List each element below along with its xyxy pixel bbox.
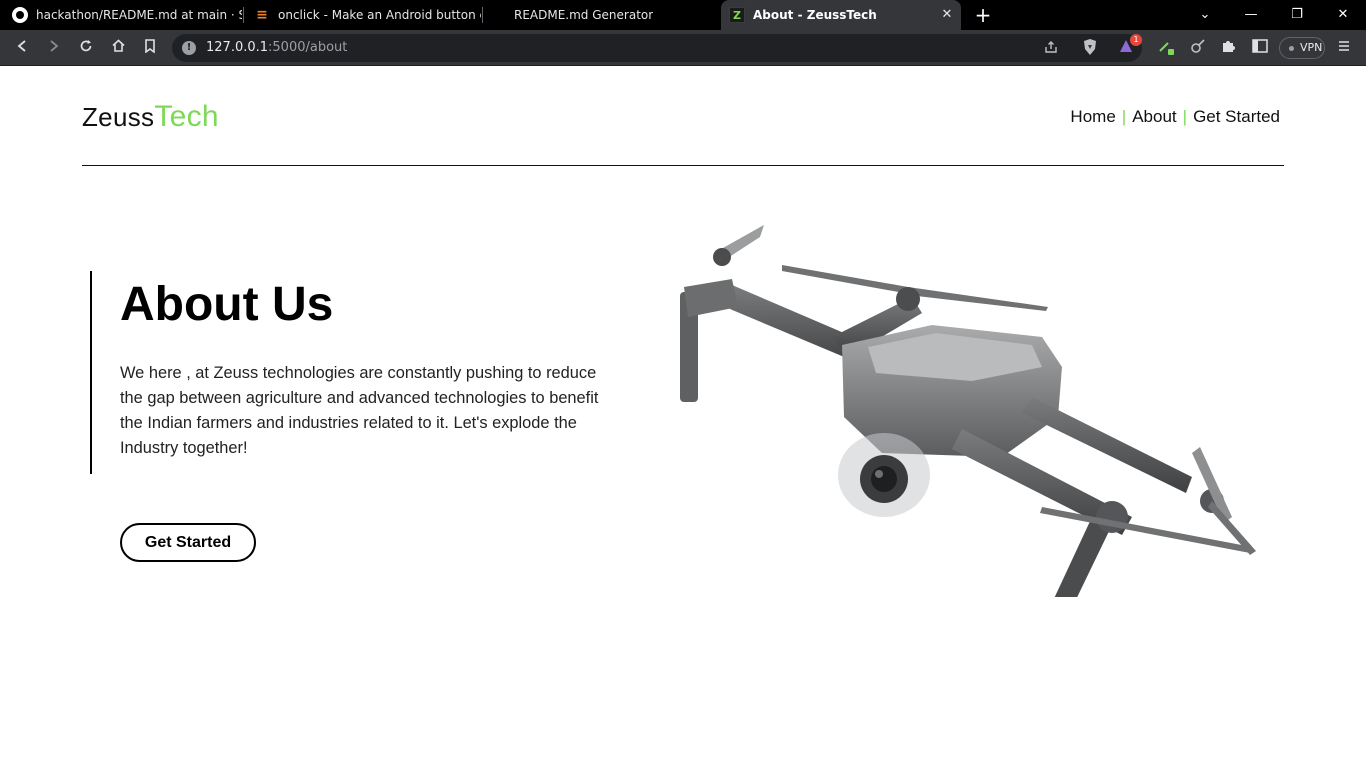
bookmark-icon[interactable] bbox=[140, 38, 160, 58]
nav-get-started-link[interactable]: Get Started bbox=[1193, 107, 1280, 127]
about-heading: About Us bbox=[120, 278, 334, 331]
share-icon[interactable] bbox=[1042, 40, 1060, 58]
browser-tab-active[interactable]: Z About - ZeussTech ✕ bbox=[721, 0, 961, 30]
github-icon bbox=[12, 7, 28, 23]
menu-icon[interactable] bbox=[1334, 38, 1354, 58]
drone-image bbox=[680, 225, 1256, 597]
vpn-button[interactable]: VPN bbox=[1279, 37, 1325, 59]
reload-icon[interactable] bbox=[76, 38, 96, 58]
url-text[interactable]: 127.0.0.1:5000/about bbox=[206, 40, 347, 55]
tab-search-icon[interactable]: ⌄ bbox=[1182, 0, 1228, 30]
extensions-puzzle-icon[interactable] bbox=[1218, 38, 1238, 58]
logo-accent: Tech bbox=[154, 100, 219, 133]
url-path: :5000/about bbox=[268, 40, 348, 55]
tab-title: About - ZeussTech bbox=[753, 8, 877, 22]
nav-separator: | bbox=[1121, 107, 1127, 126]
nav-home-link[interactable]: Home bbox=[1070, 107, 1115, 127]
nav-separator: | bbox=[1182, 107, 1188, 126]
back-icon[interactable] bbox=[12, 38, 32, 58]
forward-icon[interactable] bbox=[44, 38, 64, 58]
site-info-icon[interactable]: ! bbox=[182, 41, 196, 55]
tab-title: README.md Generator bbox=[514, 8, 654, 22]
address-bar[interactable]: ! 127.0.0.1:5000/about bbox=[172, 34, 1142, 62]
brave-rewards-icon[interactable]: 1 bbox=[1116, 34, 1142, 58]
tab-title: onclick - Make an Android button cha bbox=[278, 8, 481, 22]
home-icon[interactable] bbox=[108, 38, 128, 58]
about-section: About Us We here , at Zeuss technologies… bbox=[90, 271, 610, 474]
restore-icon[interactable]: ❐ bbox=[1274, 0, 1320, 30]
get-started-button[interactable]: Get Started bbox=[120, 523, 256, 562]
tab-title: hackathon/README.md at main · Saw bbox=[36, 8, 242, 22]
window-close-icon[interactable]: ✕ bbox=[1320, 0, 1366, 30]
extension-magnifier-icon[interactable] bbox=[1188, 38, 1208, 58]
about-description: We here , at Zeuss technologies are cons… bbox=[120, 364, 599, 457]
browser-tab-stackoverflow[interactable]: ≡ onclick - Make an Android button cha bbox=[244, 0, 481, 30]
rewards-badge: 1 bbox=[1130, 34, 1142, 46]
nav-about-link[interactable]: About bbox=[1132, 107, 1176, 127]
header-divider bbox=[82, 165, 1284, 166]
browser-tab-readme-generator[interactable]: README.md Generator bbox=[484, 0, 720, 30]
url-host: 127.0.0.1 bbox=[206, 40, 269, 55]
extension-pen-icon[interactable] bbox=[1156, 38, 1176, 58]
sidebar-toggle-icon[interactable] bbox=[1250, 38, 1270, 58]
new-tab-icon[interactable]: + bbox=[972, 4, 994, 26]
main-nav: Home | About | Get Started bbox=[1070, 107, 1280, 127]
minimize-icon[interactable]: — bbox=[1228, 0, 1274, 30]
brave-shield-icon[interactable] bbox=[1080, 38, 1100, 58]
logo-primary: Zeuss bbox=[82, 102, 155, 132]
browser-toolbar: ! 127.0.0.1:5000/about 1 VPN bbox=[0, 30, 1366, 66]
tab-separator bbox=[482, 7, 483, 23]
browser-tab-github[interactable]: hackathon/README.md at main · Saw bbox=[0, 0, 242, 30]
page-content: ZeussTech Home | About | Get Started Abo… bbox=[0, 67, 1366, 768]
zeusstech-favicon-icon: Z bbox=[729, 7, 745, 23]
close-tab-icon[interactable]: ✕ bbox=[939, 7, 955, 23]
stackoverflow-icon: ≡ bbox=[256, 7, 268, 23]
browser-tab-bar: hackathon/README.md at main · Saw ≡ oncl… bbox=[0, 0, 1366, 30]
site-logo[interactable]: ZeussTech bbox=[82, 100, 219, 134]
